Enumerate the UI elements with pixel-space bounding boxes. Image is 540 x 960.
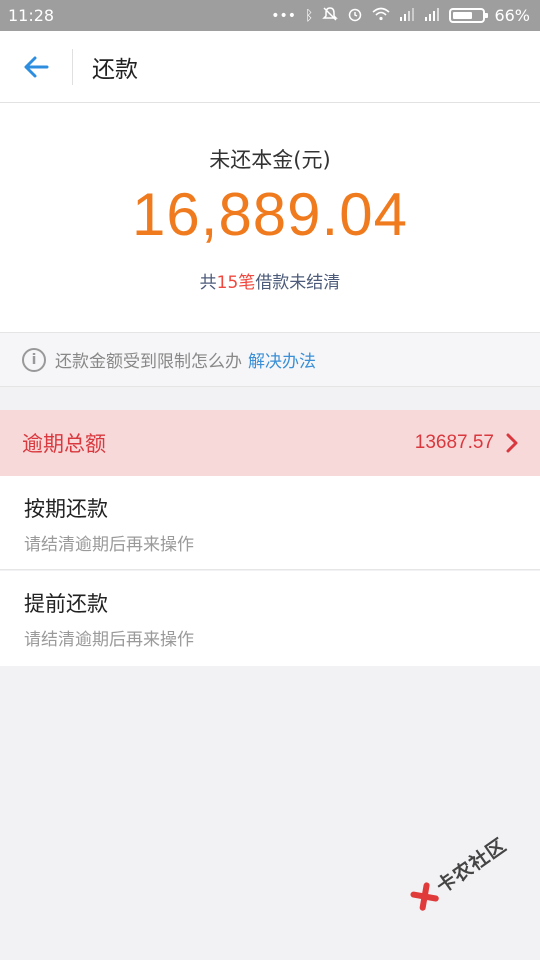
signal-icon — [399, 7, 415, 24]
app-header: 还款 — [0, 31, 540, 103]
principal-summary: 未还本金(元) 16,889.04 共15笔借款未结清 — [0, 103, 540, 332]
status-icons: ••• ᛒ 66% — [271, 6, 530, 25]
overdue-label: 逾期总额 — [22, 432, 106, 456]
loan-count-prefix: 共 — [199, 273, 217, 293]
overdue-right: 13687.57 — [415, 432, 518, 454]
notice-text: 还款金额受到限制怎么办 — [55, 352, 242, 372]
info-icon: i — [22, 347, 46, 372]
watermark: 卡农社区 — [398, 816, 523, 928]
dots-icon: ••• — [271, 7, 297, 24]
repayment-notice: i 还款金额受到限制怎么办 解决办法 — [0, 332, 540, 387]
status-time: 11:28 — [8, 6, 55, 25]
mute-icon — [322, 6, 339, 25]
chevron-right-icon — [506, 433, 518, 453]
page-title: 还款 — [92, 56, 138, 83]
principal-label: 未还本金(元) — [209, 148, 331, 172]
back-button[interactable] — [0, 31, 72, 103]
scheduled-repayment-row[interactable]: 按期还款 请结清逾期后再来操作 — [0, 476, 540, 570]
option-title: 按期还款 — [24, 497, 108, 521]
option-subtitle: 请结清逾期后再来操作 — [24, 535, 194, 555]
overdue-total-row[interactable]: 逾期总额 13687.57 — [0, 410, 540, 476]
watermark-text: 卡农社区 — [432, 833, 511, 898]
option-subtitle: 请结清逾期后再来操作 — [24, 630, 194, 650]
arrow-left-icon — [24, 56, 49, 77]
status-bar: 11:28 ••• ᛒ 66% — [0, 0, 540, 31]
battery-percent: 66% — [494, 6, 530, 25]
battery-icon — [449, 8, 489, 23]
loan-count: 共15笔借款未结清 — [0, 268, 540, 293]
solution-link[interactable]: 解决办法 — [248, 347, 316, 372]
option-title: 提前还款 — [24, 592, 108, 616]
wifi-icon — [372, 7, 390, 24]
bluetooth-icon: ᛒ — [305, 7, 314, 24]
header-divider — [72, 48, 73, 85]
signal-icon — [424, 7, 440, 24]
early-repayment-row[interactable]: 提前还款 请结清逾期后再来操作 — [0, 571, 540, 666]
loan-count-suffix: 借款未结清 — [255, 273, 341, 293]
alarm-icon — [347, 6, 363, 25]
overdue-amount: 13687.57 — [414, 432, 494, 453]
principal-amount: 16,889.04 — [132, 181, 408, 248]
loan-count-number: 15笔 — [216, 273, 256, 293]
